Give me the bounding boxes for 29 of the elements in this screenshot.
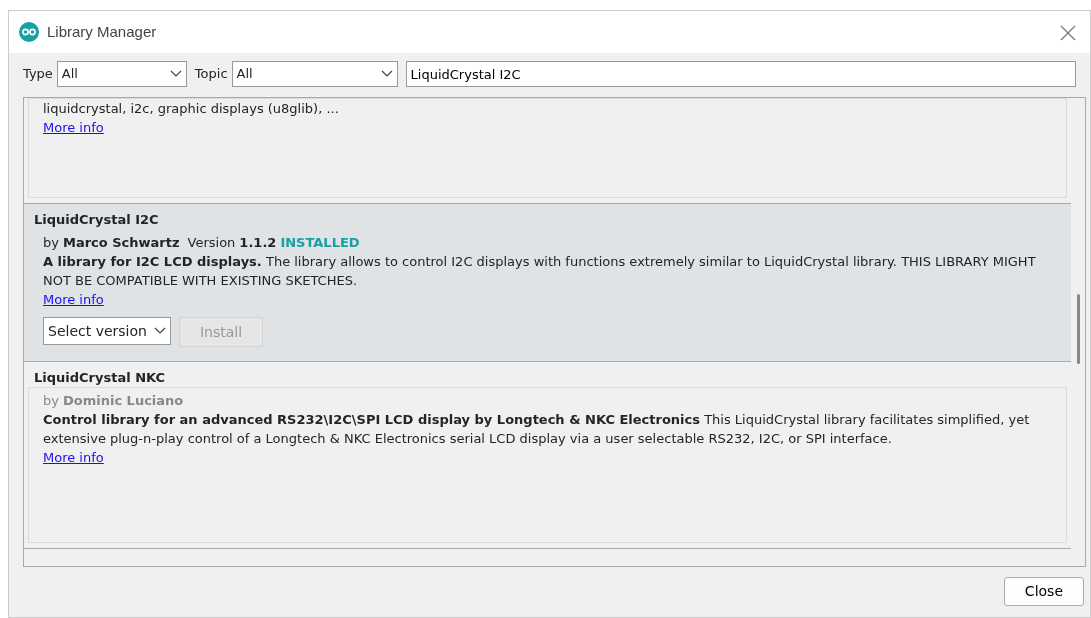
version-number: 1.1.2 [239, 234, 277, 252]
scrollbar-thumb[interactable] [1076, 294, 1080, 364]
type-label: Type [23, 65, 53, 84]
topic-label: Topic [194, 65, 228, 84]
library-title: LiquidCrystal NKC [33, 369, 167, 387]
search-field[interactable]: LiquidCrystal I2C [405, 61, 1076, 87]
library-description: liquidcrystal, i2c, graphic displays (u8glib), ... [43, 100, 340, 118]
by-label: by [43, 234, 59, 252]
topic-dropdown[interactable]: All [231, 61, 398, 87]
more-info-link[interactable]: More info [43, 450, 104, 465]
library-title: LiquidCrystal I2C [33, 211, 160, 229]
installed-status: INSTALLED [280, 234, 360, 252]
caret-icon [169, 70, 182, 78]
version-label: Version [187, 234, 236, 252]
close-button[interactable]: Close [1003, 577, 1084, 606]
more-info-link[interactable]: More info [43, 292, 104, 307]
logo-icon [19, 22, 39, 42]
author-name: Dominic Luciano [62, 392, 184, 410]
caret-icon [154, 327, 166, 335]
author-name: Marco Schwartz [62, 234, 180, 252]
by-label: by [43, 392, 59, 410]
window-title: Library Manager [47, 21, 157, 42]
caret-icon [380, 70, 393, 78]
library-entry[interactable] [24, 204, 1071, 362]
library-description: A library for I2C LCD displays. The library allows to control I2C displays with functions extremely similar to LiquidCrystal library. THIS LIBRARY MIGHT NOT BE COMPATIBLE WITH EXISTING SKETCHES. [43, 253, 1037, 290]
more-info-link[interactable]: More info [43, 120, 104, 135]
library-description: Control library for an advanced RS232\I2C\SPI LCD display by Longtech & NKC Electronics This LiquidCrystal library facilitates simplified, yet extensive plug-n-play control of a Longtech & NKC Electronics serial LCD display via a user selectable RS232, I2C, or SPI interface. [43, 411, 1031, 448]
type-dropdown[interactable]: All [56, 61, 187, 87]
version-dropdown[interactable]: Select version [43, 317, 171, 345]
